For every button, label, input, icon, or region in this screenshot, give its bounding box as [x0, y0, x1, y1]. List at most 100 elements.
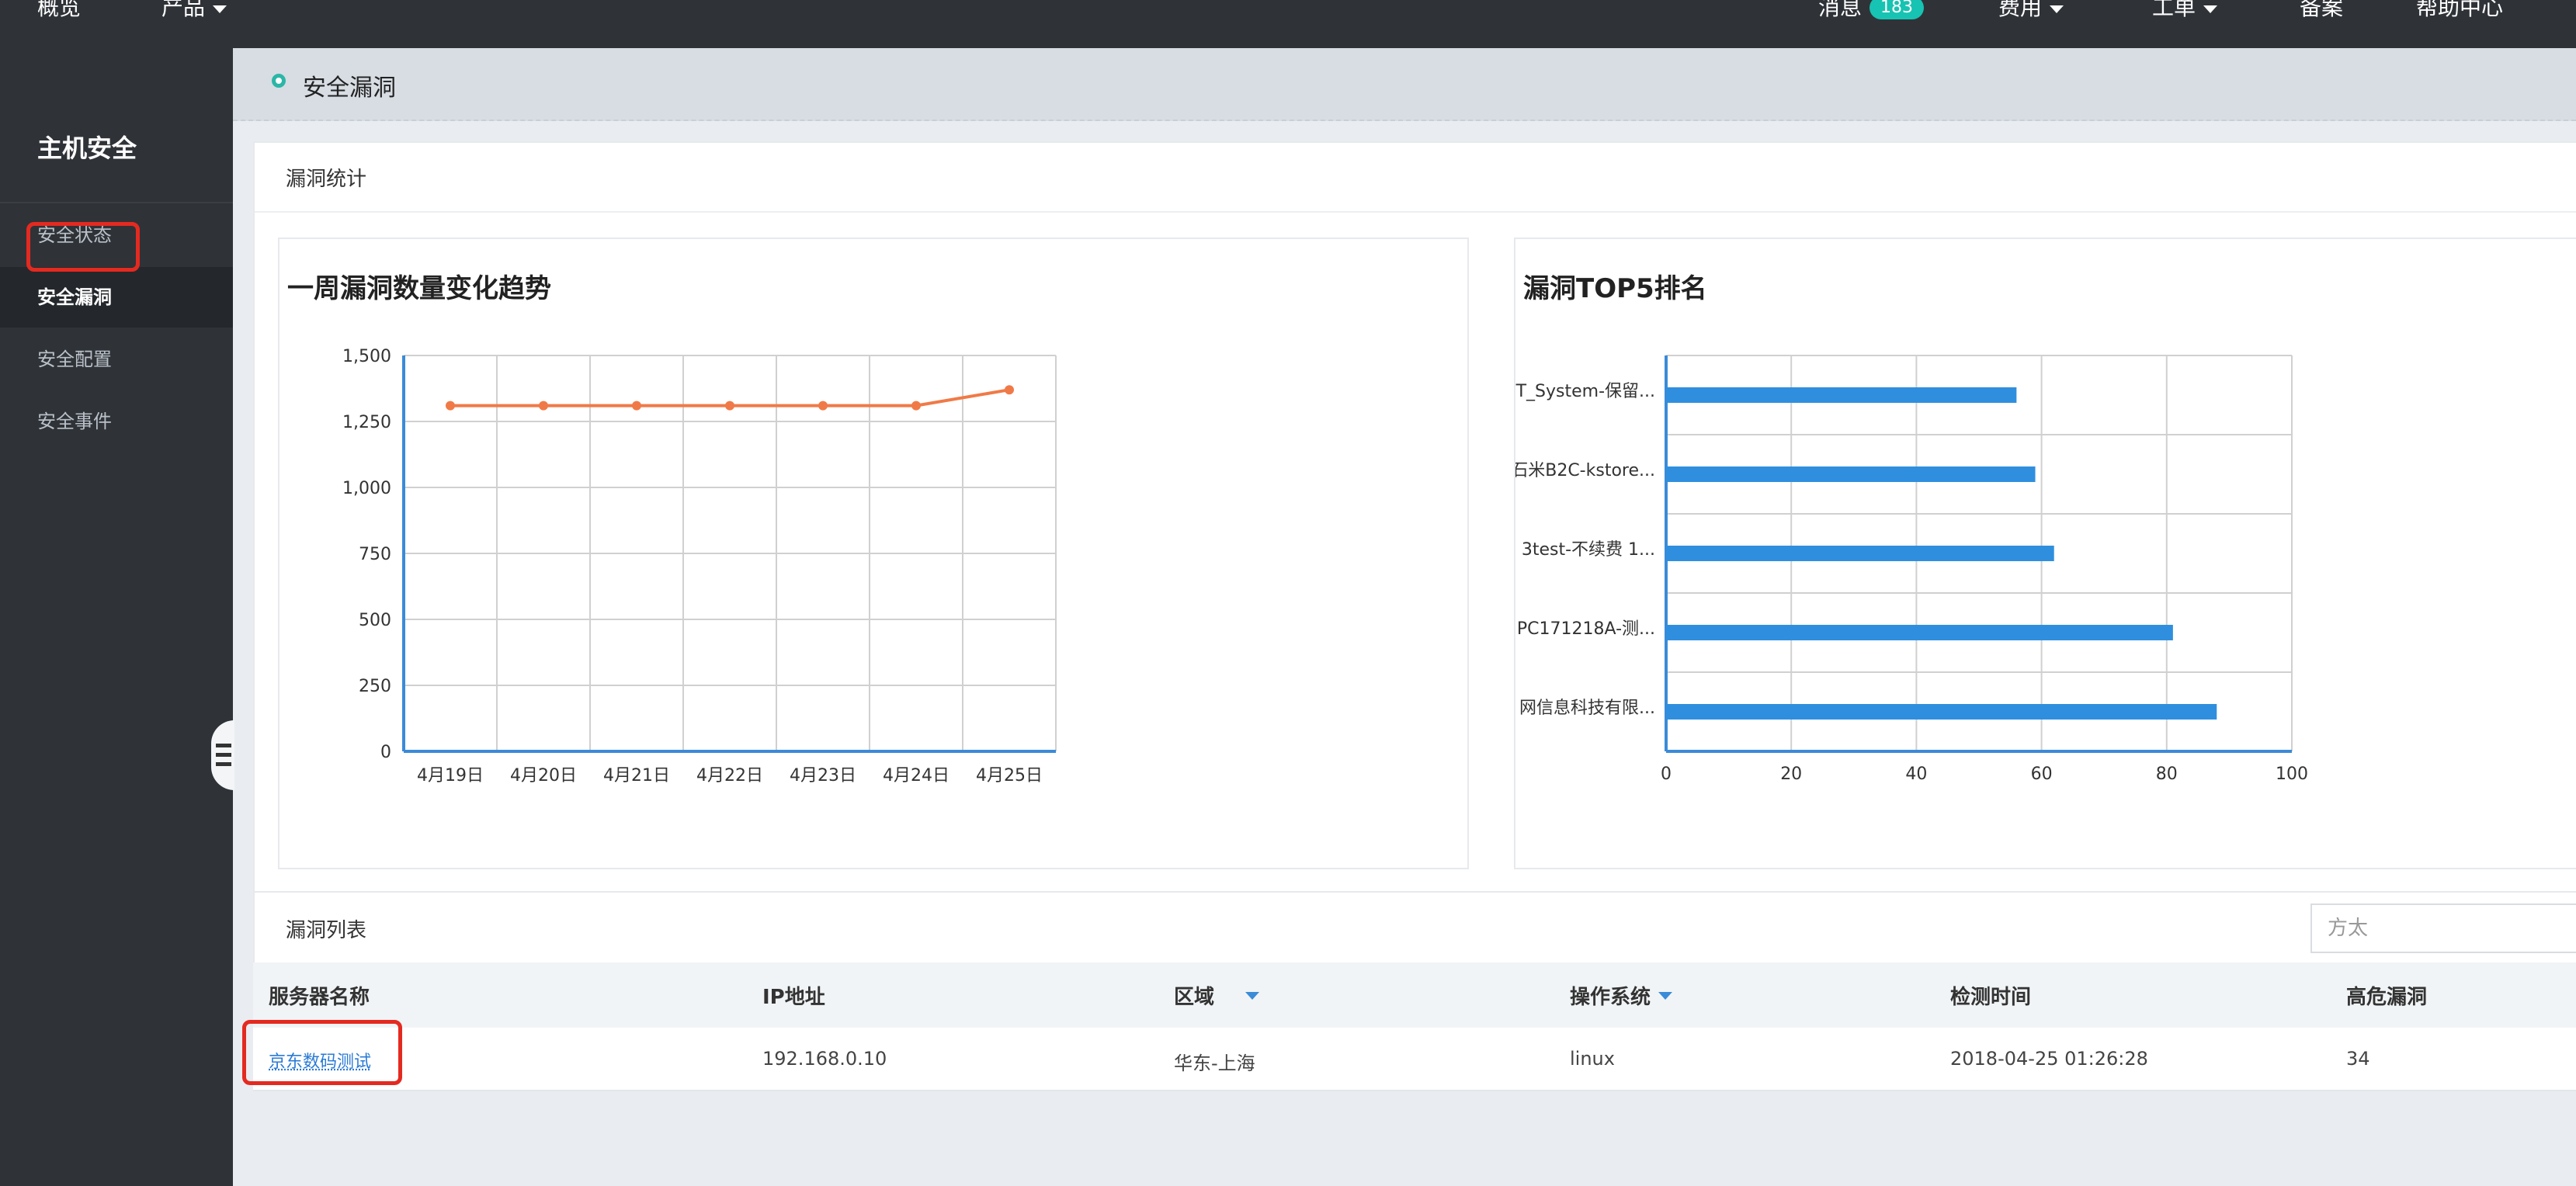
y-category-label: T_System-保留...	[1515, 382, 1655, 401]
table-header: 服务器名称 IP地址 区域 操作系统 检测时间 高危漏洞	[253, 962, 2576, 1029]
y-category-label: PC171218A-测...	[1517, 619, 1655, 639]
stats-card-title: 漏洞统计	[286, 163, 366, 192]
data-point	[911, 401, 921, 411]
vulnerability-stats-card: 漏洞统计 一周漏洞数量变化趋势 0 250 500 750 1,000 1,250 1,50…	[253, 141, 2576, 893]
x-tick-label: 4月20日	[510, 766, 577, 785]
data-point	[725, 401, 734, 411]
chevron-down-icon	[213, 5, 227, 13]
x-tick-label: 4月24日	[883, 766, 950, 785]
menu-icon-bar	[216, 762, 231, 766]
menu-icon	[216, 744, 231, 747]
nav-overview-label: 概览	[37, 0, 81, 16]
ip-cell: 192.168.0.10	[762, 1048, 887, 1070]
nav-products[interactable]: 产品	[161, 0, 227, 16]
line-chart-panel: 一周漏洞数量变化趋势 0 250 500 750 1,000 1,250 1,500 4月19…	[278, 238, 1469, 869]
column-header-os[interactable]: 操作系统	[1570, 981, 1672, 1010]
nav-tickets-label: 工单	[2152, 0, 2196, 16]
column-header-label: 服务器名称	[269, 981, 370, 1010]
sidebar-item-security-config[interactable]: 安全配置	[0, 329, 233, 390]
bar-chart: 0 20 40 60 80 100 T_System-保留... 石米B2C-kstore..…	[1515, 239, 2576, 868]
data-point	[446, 401, 455, 411]
server-search-input[interactable]: 方太	[2310, 903, 2576, 953]
sidebar: 主机安全 安全状态 安全漏洞 安全配置 安全事件	[0, 48, 233, 1186]
sidebar-collapse-toggle[interactable]	[211, 720, 234, 790]
nav-messages-label: 消息	[1818, 0, 1862, 16]
y-category-label: 网信息科技有限...	[1519, 699, 1655, 718]
y-tick-label: 1,250	[342, 413, 391, 432]
line-chart: 0 250 500 750 1,000 1,250 1,500 4月19日 4月20日 4月21日…	[279, 239, 1467, 868]
sidebar-item-security-events[interactable]: 安全事件	[0, 391, 233, 452]
page-header: 安全漏洞	[233, 48, 2576, 121]
vulnerability-list-card: 漏洞列表	[253, 891, 2576, 964]
column-header-label: 区域	[1174, 981, 1214, 1010]
nav-filing[interactable]: 备案	[2300, 0, 2343, 16]
sort-down-icon[interactable]	[1658, 992, 1672, 1000]
top-navigation-bar: 概览 产品 消息 183 费用 工单 备案 帮助中心	[0, 0, 2576, 48]
y-tick-label: 0	[380, 743, 391, 762]
sidebar-title: 主机安全	[37, 129, 137, 165]
column-header-server-name: 服务器名称	[269, 981, 370, 1010]
x-tick-label: 100	[2276, 765, 2308, 784]
bar	[1666, 466, 2036, 482]
data-point	[539, 401, 548, 411]
sort-down-icon[interactable]	[1245, 992, 1259, 1000]
high-risk-count-cell: 34	[2346, 1048, 2370, 1070]
sidebar-divider	[0, 202, 233, 203]
column-header-label: 高危漏洞	[2346, 981, 2427, 1010]
data-point	[1005, 385, 1014, 394]
y-category-label: 3test-不续费 1...	[1522, 540, 1655, 560]
y-tick-label: 750	[359, 545, 391, 564]
data-point	[632, 401, 641, 411]
nav-help[interactable]: 帮助中心	[2416, 0, 2503, 16]
bar	[1666, 625, 2173, 640]
y-tick-label: 250	[359, 677, 391, 696]
column-header-label: IP地址	[762, 981, 825, 1010]
x-tick-label: 60	[2031, 765, 2053, 784]
highlight-box-sidebar	[26, 222, 140, 272]
nav-products-label: 产品	[161, 0, 205, 16]
bar-chart-panel: 漏洞TOP5排名 0 20 40 60 80 100 T_System-保留... 石米B2C…	[1514, 238, 2576, 869]
column-header-label: 操作系统	[1570, 981, 1651, 1010]
table-row: 京东数码测试 192.168.0.10 华东-上海 linux 2018-04-…	[253, 1028, 2576, 1091]
x-tick-label: 40	[1905, 765, 1927, 784]
card-divider	[255, 211, 2576, 213]
nav-billing-label: 费用	[1998, 0, 2042, 16]
chevron-down-icon	[2203, 5, 2217, 13]
messages-count-badge: 183	[1870, 0, 1924, 19]
bar	[1666, 387, 2016, 403]
bar	[1666, 704, 2217, 720]
x-tick-label: 4月21日	[603, 766, 670, 785]
page-title: 安全漏洞	[303, 68, 396, 102]
column-header-label: 检测时间	[1950, 981, 2031, 1010]
bar	[1666, 546, 2054, 561]
x-tick-label: 80	[2156, 765, 2178, 784]
nav-overview[interactable]: 概览	[37, 0, 81, 16]
x-tick-label: 20	[1780, 765, 1802, 784]
y-tick-label: 500	[359, 611, 391, 630]
column-header-ip: IP地址	[762, 981, 825, 1010]
nav-help-label: 帮助中心	[2416, 0, 2503, 16]
sidebar-item-security-vulnerabilities[interactable]: 安全漏洞	[0, 267, 233, 328]
y-category-label: 石米B2C-kstore...	[1515, 461, 1655, 480]
list-card-title: 漏洞列表	[286, 914, 366, 943]
y-tick-label: 1,000	[342, 479, 391, 498]
x-tick-label: 4月25日	[976, 766, 1043, 785]
data-point	[818, 401, 828, 411]
x-tick-label: 4月19日	[417, 766, 484, 785]
highlight-box-server	[242, 1020, 402, 1085]
nav-messages[interactable]: 消息 183	[1818, 0, 1924, 16]
y-tick-label: 1,500	[342, 347, 391, 366]
column-header-region[interactable]: 区域	[1174, 981, 1259, 1010]
nav-tickets[interactable]: 工单	[2152, 0, 2217, 16]
menu-icon-bar	[216, 753, 231, 757]
nav-billing[interactable]: 费用	[1998, 0, 2064, 16]
chevron-down-icon	[2050, 5, 2064, 13]
x-tick-label: 4月23日	[790, 766, 856, 785]
nav-filing-label: 备案	[2300, 0, 2343, 16]
column-header-high-risk: 高危漏洞	[2346, 981, 2427, 1010]
detect-time-cell: 2018-04-25 01:26:28	[1950, 1048, 2148, 1070]
x-tick-label: 4月22日	[696, 766, 763, 785]
x-tick-label: 0	[1661, 765, 1672, 784]
status-circle-icon	[272, 74, 286, 88]
os-cell: linux	[1570, 1048, 1615, 1070]
